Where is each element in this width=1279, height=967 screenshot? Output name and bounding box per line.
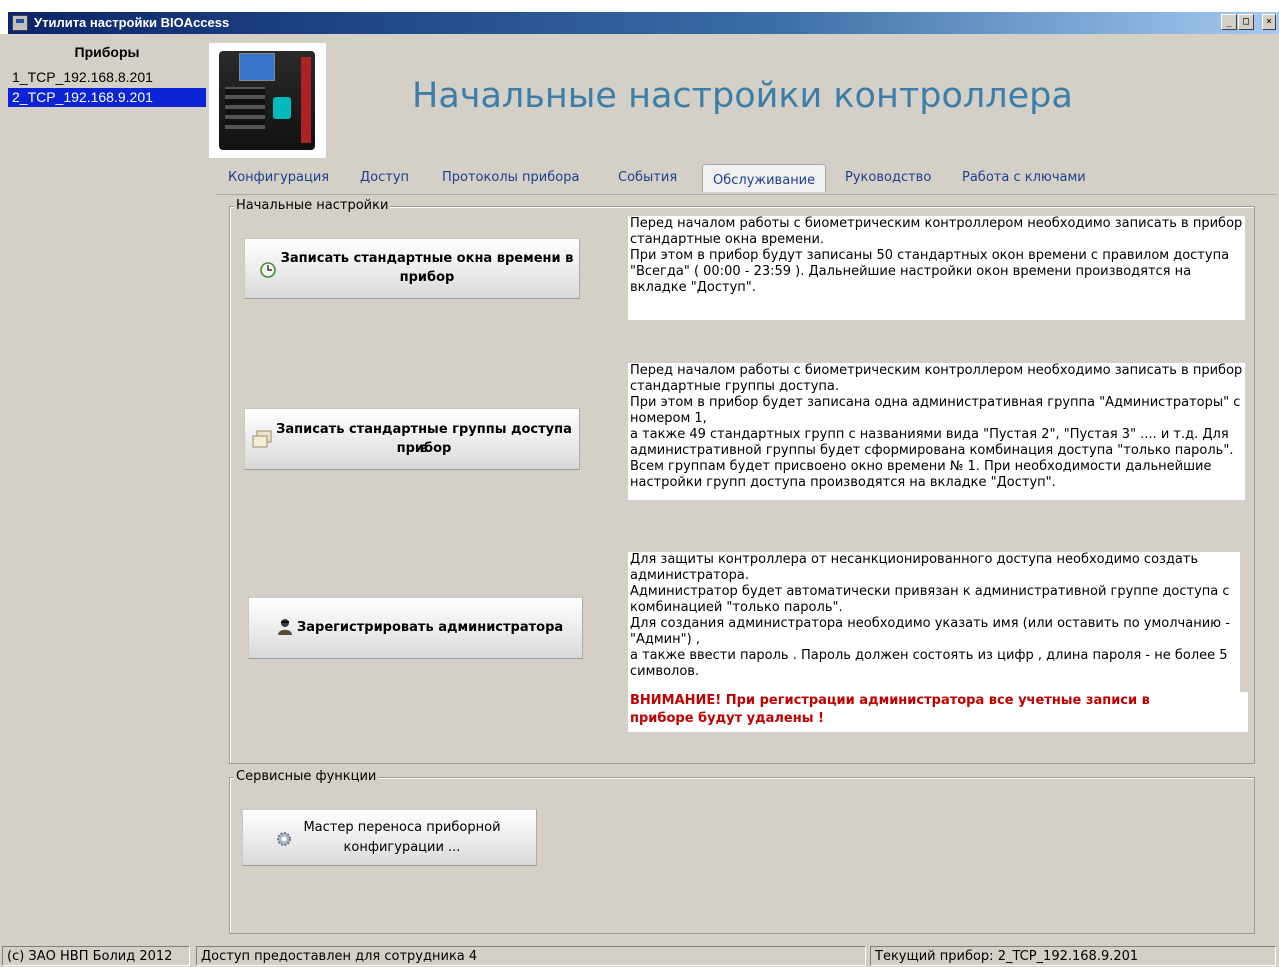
access-groups-label-line2: прибор <box>396 441 452 456</box>
desc-line: номером 1, <box>630 411 707 426</box>
status-copyright: (с) ЗАО НВП Болид 2012 <box>2 946 190 966</box>
status-access: Доступ предоставлен для сотрудника 4 <box>196 946 866 966</box>
time-windows-description: Перед началом работы с биометрическим ко… <box>628 216 1245 320</box>
register-admin-button[interactable]: Зарегистрировать администратора <box>248 597 583 659</box>
desc-line: а также 49 стандартных групп с названиям… <box>630 427 1229 442</box>
tab-events[interactable]: События <box>618 170 677 185</box>
gear-icon <box>275 830 293 854</box>
tab-device-protocols[interactable]: Протоколы прибора <box>442 170 579 185</box>
access-groups-description: Перед началом работы с биометрическим ко… <box>628 363 1245 500</box>
maximize-button[interactable]: □ <box>1238 14 1254 30</box>
service-functions-legend: Сервисные функции <box>234 769 379 784</box>
write-access-groups-button[interactable]: Записать стандартные группы доступа в пр… <box>244 408 580 470</box>
desc-line: администратора. <box>630 568 749 583</box>
desc-line: Администратор будет автоматически привяз… <box>630 584 1230 599</box>
desc-line: Перед началом работы с биометрическим ко… <box>630 216 1243 231</box>
desc-line: "Админ") , <box>630 632 700 647</box>
desc-line: вкладке "Доступ". <box>630 280 756 295</box>
time-windows-label-line1: Записать стандартные окна времени в <box>280 251 574 266</box>
device-item-2[interactable]: 2_TCP_192.168.9.201 <box>8 88 206 107</box>
status-bar: (с) ЗАО НВП Болид 2012 Доступ предоставл… <box>0 943 1279 967</box>
devices-panel: Приборы 1_TCP_192.168.8.201 2_TCP_192.16… <box>8 40 206 940</box>
title-bar: Утилита настройки BIOAccess _ □ × <box>0 0 1279 34</box>
wizard-label-line2: конфигурации ... <box>343 840 461 855</box>
initial-settings-legend: Начальные настройки <box>234 198 391 213</box>
devices-header: Приборы <box>74 44 140 60</box>
clock-icon <box>259 261 277 285</box>
controller-image <box>209 43 326 158</box>
write-time-windows-button[interactable]: Записать стандартные окна времени в приб… <box>244 238 580 299</box>
desc-line: "Всегда" ( 00:00 - 23:59 ). Дальнейшие н… <box>630 264 1192 279</box>
desc-line: При этом в прибор будет записана одна ад… <box>630 395 1241 410</box>
user-icon <box>277 618 293 642</box>
tab-maintenance[interactable]: Обслуживание <box>702 164 827 192</box>
admin-warning: ВНИМАНИЕ! При регистрации администратора… <box>628 692 1248 732</box>
desc-line: Для защиты контроллера от несанкциониров… <box>630 552 1199 567</box>
warning-line: приборе будут удалены ! <box>630 711 824 726</box>
desc-line: Для создания администратора необходимо у… <box>630 616 1230 631</box>
desc-line: а также ввести пароль . Пароль должен со… <box>630 648 1228 663</box>
desc-line: административной группы будет сформирова… <box>630 443 1234 458</box>
page-title: Начальные настройки контроллера <box>412 76 1073 116</box>
desc-line: При этом в прибор будут записаны 50 стан… <box>630 248 1230 263</box>
status-current-device: Текущий прибор: 2_TCP_192.168.9.201 <box>870 946 1276 966</box>
close-button[interactable]: × <box>1262 14 1276 30</box>
app-icon <box>12 15 28 31</box>
desc-line: стандартные окна времени. <box>630 232 825 247</box>
tab-divider <box>216 194 1276 195</box>
desc-line: настройки групп доступа производятся на … <box>630 475 1056 490</box>
windows-icon <box>251 429 273 455</box>
config-transfer-wizard-button[interactable]: Мастер переноса приборной конфигурации .… <box>242 809 537 866</box>
desc-line: символов. <box>630 664 700 679</box>
wizard-label-line1: Мастер переноса приборной <box>303 820 501 835</box>
time-windows-label-line2: прибор <box>399 270 455 285</box>
desc-line: Перед началом работы с биометрическим ко… <box>630 363 1243 378</box>
desc-line: комбинацией "только пароль". <box>630 600 843 615</box>
register-admin-description: Для защиты контроллера от несанкциониров… <box>628 552 1240 692</box>
tab-manual[interactable]: Руководство <box>845 170 931 185</box>
tab-configuration[interactable]: Конфигурация <box>228 170 329 185</box>
desc-line: стандартные группы доступа. <box>630 379 839 394</box>
desc-line: Всем группам будет присвоено окно времен… <box>630 459 1212 474</box>
tab-access[interactable]: Доступ <box>360 170 409 185</box>
tab-bar: Конфигурация Доступ Протоколы прибора Со… <box>216 164 1276 194</box>
device-item-1[interactable]: 1_TCP_192.168.8.201 <box>8 68 206 87</box>
warning-line: ВНИМАНИЕ! При регистрации администратора… <box>630 693 1150 708</box>
window-title: Утилита настройки BIOAccess <box>34 15 230 30</box>
register-admin-label: Зарегистрировать администратора <box>297 620 564 635</box>
minimize-button[interactable]: _ <box>1221 14 1237 30</box>
tab-keys[interactable]: Работа с ключами <box>962 170 1086 185</box>
